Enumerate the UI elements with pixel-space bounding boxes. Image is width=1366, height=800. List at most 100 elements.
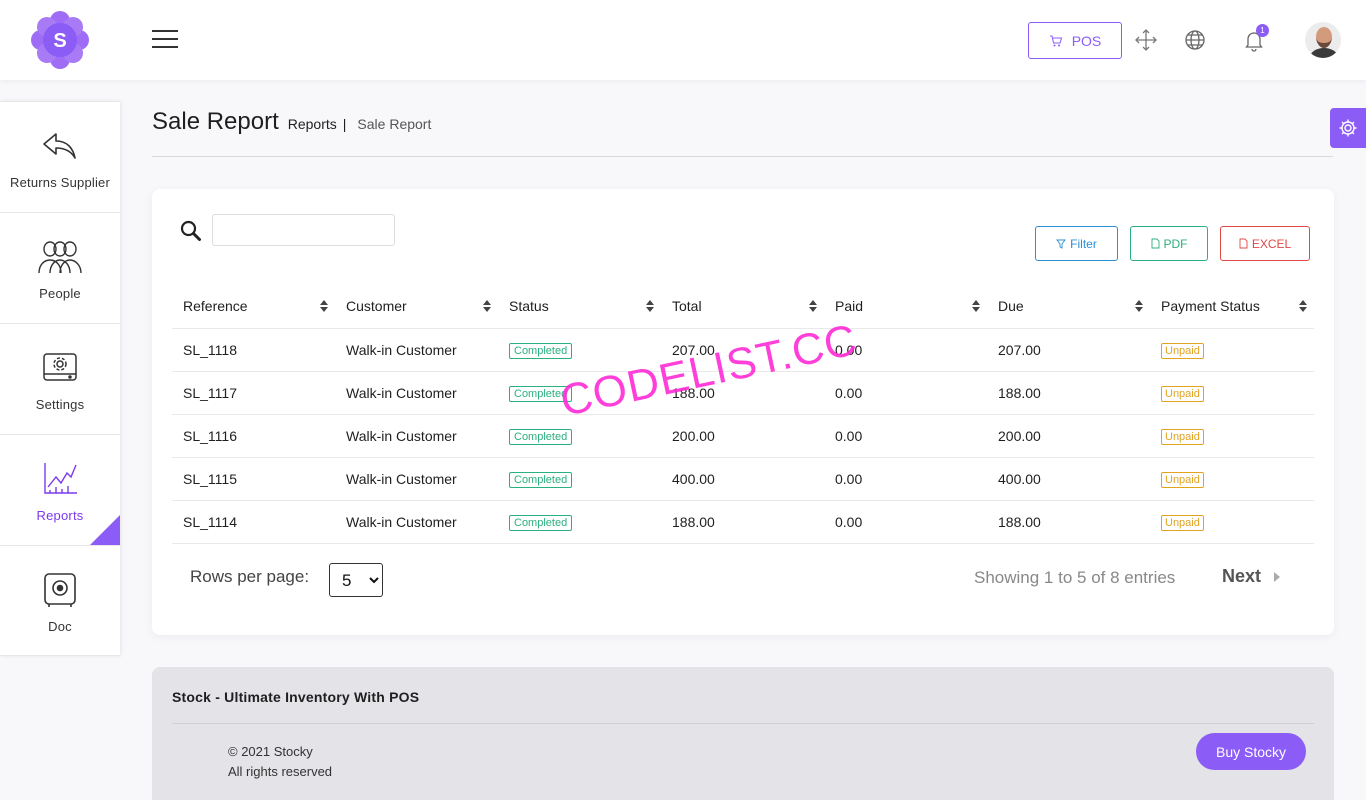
- rows-per-page-label: Rows per page:: [190, 567, 310, 586]
- pos-label: POS: [1071, 32, 1102, 49]
- cell-total: 207.00: [661, 328, 824, 372]
- footer-copyright-block: © 2021 Stocky All rights reserved: [228, 742, 332, 782]
- language-globe-icon[interactable]: [1183, 28, 1207, 52]
- sidebar: Returns Supplier People Settings Reports…: [0, 101, 120, 656]
- search-icon: [180, 220, 202, 242]
- menu-toggle-icon[interactable]: [152, 30, 178, 50]
- excel-label: EXCEL: [1251, 236, 1292, 251]
- breadcrumb-separator: |: [342, 116, 347, 132]
- cell-payment-status: Unpaid: [1150, 500, 1314, 544]
- sidebar-item-label: Reports: [36, 508, 84, 523]
- cell-payment-status: Unpaid: [1150, 371, 1314, 415]
- sidebar-item-settings[interactable]: Settings: [0, 323, 120, 434]
- sort-icon[interactable]: [1298, 299, 1308, 313]
- excel-button[interactable]: EXCEL: [1220, 226, 1310, 261]
- breadcrumb-current: Sale Report: [357, 116, 432, 132]
- user-avatar[interactable]: [1305, 22, 1341, 58]
- filter-button[interactable]: Filter: [1035, 226, 1118, 261]
- sales-table: Reference Customer Status Total Paid Due…: [172, 285, 1314, 544]
- pos-button[interactable]: POS: [1028, 22, 1122, 59]
- cell-paid: 0.00: [824, 414, 987, 458]
- status-badge: Completed: [509, 514, 573, 531]
- cell-customer: Walk-in Customer: [335, 500, 498, 544]
- chevron-right-icon: [1274, 571, 1281, 582]
- cell-customer: Walk-in Customer: [335, 371, 498, 415]
- table-row[interactable]: SL_1118 Walk-in Customer Completed 207.0…: [172, 328, 1314, 372]
- cell-due: 200.00: [987, 414, 1150, 458]
- sort-icon[interactable]: [808, 299, 818, 313]
- column-header-status[interactable]: Status: [498, 285, 661, 329]
- sort-icon[interactable]: [1134, 299, 1144, 313]
- sort-icon[interactable]: [971, 299, 981, 313]
- cell-paid: 0.00: [824, 500, 987, 544]
- cell-reference: SL_1114: [172, 500, 335, 544]
- payment-status-badge: Unpaid: [1161, 428, 1204, 445]
- cell-status: Completed: [498, 500, 661, 544]
- pdf-button[interactable]: PDF: [1130, 226, 1208, 261]
- column-header-due[interactable]: Due: [987, 285, 1150, 329]
- rows-per-page-select[interactable]: 5: [329, 563, 383, 597]
- cell-due: 188.00: [987, 500, 1150, 544]
- column-header-paid[interactable]: Paid: [824, 285, 987, 329]
- cell-reference: SL_1118: [172, 328, 335, 372]
- column-header-customer[interactable]: Customer: [335, 285, 498, 329]
- column-header-payment-status[interactable]: Payment Status: [1150, 285, 1314, 329]
- cell-due: 188.00: [987, 371, 1150, 415]
- cell-paid: 0.00: [824, 457, 987, 501]
- top-header: S POS 1: [0, 0, 1366, 80]
- next-label: Next: [1222, 566, 1262, 586]
- cell-payment-status: Unpaid: [1150, 414, 1314, 458]
- table-row[interactable]: SL_1116 Walk-in Customer Completed 200.0…: [172, 414, 1314, 458]
- sidebar-item-reports[interactable]: Reports: [0, 434, 120, 545]
- sidebar-item-people[interactable]: People: [0, 212, 120, 323]
- cell-payment-status: Unpaid: [1150, 328, 1314, 372]
- payment-status-badge: Unpaid: [1161, 342, 1204, 359]
- payment-status-badge: Unpaid: [1161, 514, 1204, 531]
- column-header-reference[interactable]: Reference: [172, 285, 335, 329]
- table-row[interactable]: SL_1117 Walk-in Customer Completed 188.0…: [172, 371, 1314, 415]
- cell-status: Completed: [498, 328, 661, 372]
- app-logo[interactable]: S: [31, 11, 89, 69]
- sidebar-item-label: Settings: [35, 397, 85, 412]
- cell-status: Completed: [498, 457, 661, 501]
- search-input[interactable]: [212, 214, 395, 246]
- sidebar-item-label: Doc: [48, 619, 72, 634]
- table-row[interactable]: SL_1115 Walk-in Customer Completed 400.0…: [172, 457, 1314, 501]
- customizer-gear-icon[interactable]: [1330, 108, 1366, 148]
- sort-icon[interactable]: [319, 299, 329, 313]
- sidebar-item-returns-supplier[interactable]: Returns Supplier: [0, 101, 120, 212]
- sort-icon[interactable]: [645, 299, 655, 313]
- file-pdf-icon: [1151, 238, 1159, 249]
- cell-paid: 0.00: [824, 371, 987, 415]
- pdf-label: PDF: [1163, 236, 1188, 251]
- filter-icon: [1056, 239, 1067, 249]
- safe-document-icon: [44, 573, 76, 607]
- cart-icon: [1049, 35, 1062, 46]
- people-group-icon: [38, 241, 82, 274]
- cell-status: Completed: [498, 414, 661, 458]
- fullscreen-icon[interactable]: [1134, 28, 1158, 52]
- pagination-info: Showing 1 to 5 of 8 entries: [974, 568, 1176, 587]
- footer-title: Stock - Ultimate Inventory With POS: [172, 689, 420, 705]
- breadcrumb-parent[interactable]: Reports: [288, 116, 337, 132]
- copyright-text: © 2021 Stocky: [228, 744, 313, 759]
- report-card: Filter PDF EXCEL Reference Customer Stat…: [152, 189, 1334, 635]
- sort-icon[interactable]: [482, 299, 492, 313]
- payment-status-badge: Unpaid: [1161, 471, 1204, 488]
- return-arrow-icon: [43, 133, 76, 159]
- cell-paid: 0.00: [824, 328, 987, 372]
- cell-due: 400.00: [987, 457, 1150, 501]
- page-heading: Sale Report Reports | Sale Report: [152, 108, 1333, 157]
- buy-stocky-button[interactable]: Buy Stocky: [1196, 733, 1306, 770]
- cell-payment-status: Unpaid: [1150, 457, 1314, 501]
- cell-status: Completed: [498, 371, 661, 415]
- footer: Stock - Ultimate Inventory With POS © 20…: [152, 667, 1334, 800]
- cell-reference: SL_1115: [172, 457, 335, 501]
- active-indicator: [90, 515, 120, 545]
- table-row[interactable]: SL_1114 Walk-in Customer Completed 188.0…: [172, 500, 1314, 544]
- cell-total: 188.00: [661, 500, 824, 544]
- sidebar-item-doc[interactable]: Doc: [0, 545, 120, 656]
- column-header-total[interactable]: Total: [661, 285, 824, 329]
- status-badge: Completed: [509, 428, 573, 445]
- next-page-button[interactable]: Next: [1222, 566, 1281, 587]
